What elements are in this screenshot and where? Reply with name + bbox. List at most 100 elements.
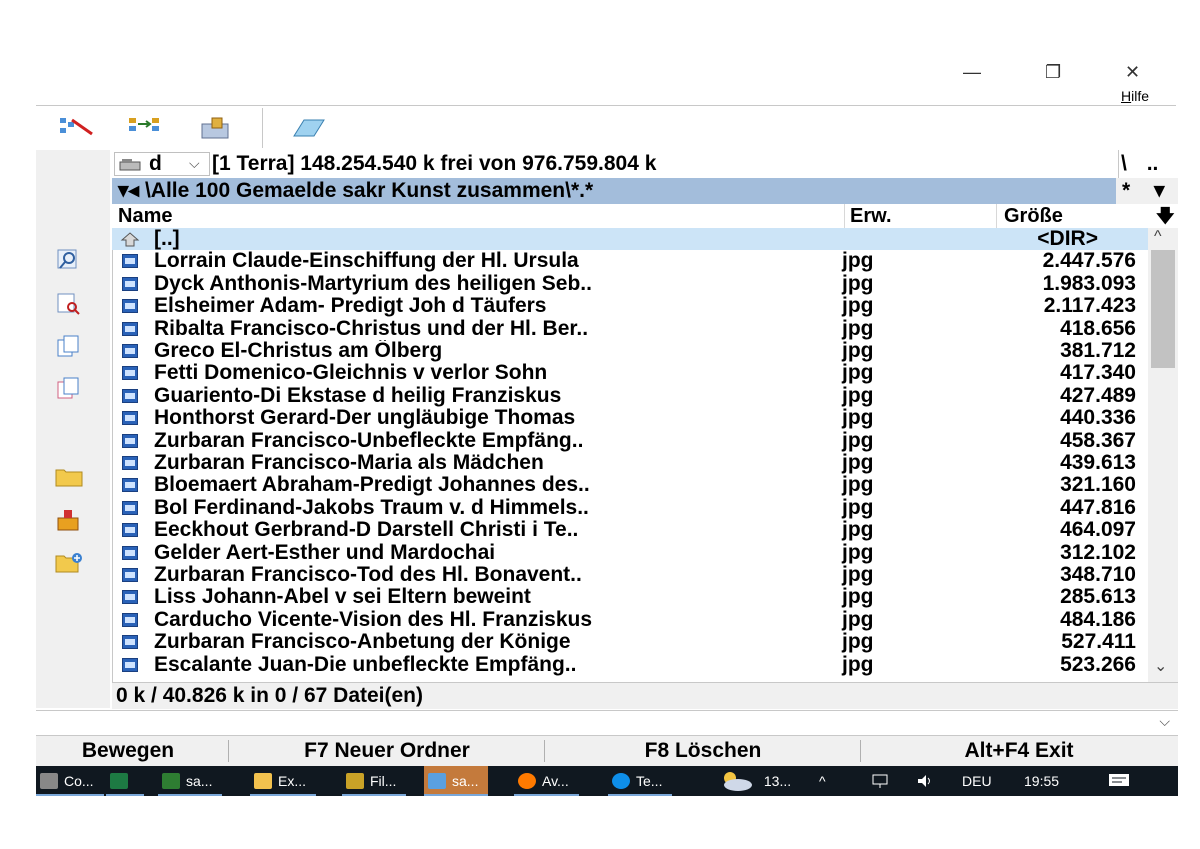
pack-files-icon[interactable] bbox=[198, 116, 229, 140]
column-size[interactable]: Größe bbox=[1004, 204, 1063, 228]
file-ext: jpg bbox=[842, 294, 874, 318]
file-name: Guariento-Di Ekstase d heilig Franziskus bbox=[154, 384, 562, 407]
taskbar-app[interactable]: Ex... bbox=[250, 766, 317, 796]
taskbar-app-label: Co... bbox=[64, 773, 94, 789]
file-row[interactable]: Escalante Juan-Die unbefleckte Empfäng..… bbox=[112, 653, 1148, 676]
file-name: Bloemaert Abraham-Predigt Johannes des.. bbox=[154, 474, 590, 497]
file-ext: jpg bbox=[842, 406, 874, 430]
copy-icon[interactable] bbox=[54, 334, 84, 360]
file-ext: jpg bbox=[842, 361, 874, 385]
file-ext: jpg bbox=[842, 518, 874, 542]
file-size: 321.160 bbox=[1060, 473, 1136, 497]
file-size: 1.983.093 bbox=[1042, 271, 1136, 295]
minimize-button[interactable]: — bbox=[963, 62, 981, 83]
file-row[interactable]: Ribalta Francisco-Christus und der Hl. B… bbox=[112, 317, 1148, 340]
chevron-down-icon[interactable]: ⌵ bbox=[1159, 713, 1170, 730]
new-folder-icon[interactable] bbox=[54, 550, 84, 576]
drive-info: [1 Terra] 148.254.540 k frei von 976.759… bbox=[212, 152, 657, 175]
view-file-icon[interactable] bbox=[54, 292, 84, 318]
taskbar-app[interactable]: sa... bbox=[158, 766, 223, 796]
taskbar-app[interactable]: Fil... bbox=[342, 766, 407, 796]
taskbar-app[interactable]: Te... bbox=[608, 766, 673, 796]
file-name: Liss Johann-Abel v sei Eltern beweint bbox=[154, 586, 531, 609]
compare-dirs-icon[interactable] bbox=[128, 116, 159, 140]
scroll-up-icon[interactable]: ^ bbox=[1154, 228, 1162, 246]
file-ext: jpg bbox=[842, 563, 874, 586]
move-button[interactable]: Bewegen bbox=[36, 736, 228, 766]
language-indicator[interactable]: DEU bbox=[962, 766, 992, 796]
file-row[interactable]: Greco El-Christus am Ölberg jpg 381.712 bbox=[112, 339, 1148, 362]
network-icon[interactable] bbox=[872, 766, 896, 796]
search-icon[interactable] bbox=[54, 248, 84, 274]
drive-letter: d bbox=[149, 152, 162, 175]
file-row[interactable]: Liss Johann-Abel v sei Eltern beweint jpg… bbox=[112, 585, 1148, 609]
file-row[interactable]: Carducho Vicente-Vision des Hl. Franzisk… bbox=[112, 607, 1148, 631]
column-name[interactable]: Name bbox=[118, 204, 172, 228]
file-row[interactable]: Eeckhout Gerbrand-D Darstell Christi i T… bbox=[112, 518, 1148, 542]
image-file-icon bbox=[122, 321, 138, 336]
column-ext[interactable]: Erw. bbox=[850, 204, 892, 228]
taskbar-app[interactable]: Co... bbox=[36, 766, 104, 796]
drive-dropdown[interactable]: d ⌵ bbox=[114, 152, 210, 176]
file-row[interactable]: Lorrain Claude-Einschiffung der Hl. Ursu… bbox=[112, 249, 1148, 273]
file-row[interactable]: Fetti Domenico-Gleichnis v verlor Sohn jp… bbox=[112, 361, 1148, 385]
menu-divider bbox=[36, 105, 1176, 106]
taskbar-app[interactable] bbox=[106, 766, 144, 796]
menu-help[interactable]: Hilfe bbox=[1121, 88, 1149, 104]
column-divider[interactable] bbox=[844, 204, 845, 228]
notepad-icon[interactable] bbox=[290, 116, 325, 140]
vertical-scrollbar[interactable]: ^ ⌄ bbox=[1148, 228, 1178, 682]
file-size: 2.447.576 bbox=[1042, 249, 1136, 273]
file-size: 348.710 bbox=[1060, 563, 1136, 586]
history-icon[interactable]: ▾◂ bbox=[118, 179, 139, 202]
file-row[interactable]: Zurbaran Francisco-Anbetung der Könige jp… bbox=[112, 630, 1148, 654]
image-file-icon bbox=[122, 657, 138, 672]
file-row[interactable]: Bol Ferdinand-Jakobs Traum v. d Himmels.… bbox=[112, 496, 1148, 519]
filter-button[interactable]: * bbox=[1122, 178, 1130, 204]
taskbar-app[interactable]: sa... bbox=[424, 766, 489, 796]
file-row[interactable]: Bloemaert Abraham-Predigt Johannes des..… bbox=[112, 473, 1148, 497]
scroll-down-icon[interactable]: ⌄ bbox=[1154, 656, 1167, 676]
file-row[interactable]: Dyck Anthonis-Martyrium des heiligen Seb… bbox=[112, 271, 1148, 295]
move-icon[interactable] bbox=[54, 376, 84, 402]
taskbar-app[interactable]: Av... bbox=[514, 766, 579, 796]
file-row[interactable]: Zurbaran Francisco-Maria als Mädchen jpg 4… bbox=[112, 451, 1148, 474]
delete-button[interactable]: F8 Löschen bbox=[548, 736, 858, 766]
file-row[interactable]: Elsheimer Adam- Predigt Joh d Täufers jpg… bbox=[112, 294, 1148, 318]
image-file-icon bbox=[122, 366, 138, 381]
file-row[interactable]: Gelder Aert-Esther und Mardochai jpg 312.1… bbox=[112, 540, 1148, 564]
notification-icon[interactable] bbox=[1108, 766, 1136, 796]
volume-icon[interactable] bbox=[916, 766, 940, 796]
taskbar-app-label: Ex... bbox=[278, 773, 307, 789]
file-name: Zurbaran Francisco-Anbetung der Könige bbox=[154, 631, 571, 654]
pack-icon[interactable] bbox=[54, 508, 84, 534]
file-ext: jpg bbox=[842, 540, 874, 564]
file-size: 484.186 bbox=[1060, 607, 1136, 631]
new-folder-button[interactable]: F7 Neuer Ordner bbox=[232, 736, 542, 766]
parent-dir-button[interactable]: .. bbox=[1147, 152, 1159, 175]
parent-dir-row[interactable]: [..] <DIR> bbox=[112, 228, 1148, 251]
weather-widget[interactable]: 13... bbox=[716, 766, 791, 796]
refresh-tree-icon[interactable] bbox=[58, 116, 93, 140]
close-button[interactable]: ✕ bbox=[1125, 62, 1140, 83]
column-divider[interactable] bbox=[996, 204, 997, 228]
selection-status: 0 k / 40.826 k in 0 / 67 Datei(en) bbox=[116, 684, 423, 707]
tray-overflow-icon[interactable]: ^ bbox=[819, 766, 826, 796]
folder-icon[interactable] bbox=[54, 464, 84, 490]
command-line[interactable]: ⌵ bbox=[36, 710, 1178, 736]
root-dir-button[interactable]: \ bbox=[1121, 152, 1127, 175]
file-list: [..] <DIR> Lorrain Claude-Einschiffung der… bbox=[112, 228, 1148, 682]
image-file-icon bbox=[122, 388, 138, 403]
exit-button[interactable]: Alt+F4 Exit bbox=[864, 736, 1174, 766]
scrollbar-thumb[interactable] bbox=[1151, 250, 1175, 368]
file-row[interactable]: Guariento-Di Ekstase d heilig Franziskus… bbox=[112, 384, 1148, 407]
hotlist-button[interactable]: ▾ bbox=[1154, 178, 1165, 204]
file-row[interactable]: Zurbaran Francisco-Unbefleckte Empfäng..… bbox=[112, 429, 1148, 452]
file-row[interactable]: Honthorst Gerard-Der ungläubige Thomas jp… bbox=[112, 406, 1148, 430]
restore-button[interactable]: ❐ bbox=[1045, 62, 1061, 83]
file-row[interactable]: Zurbaran Francisco-Tod des Hl. Bonavent.… bbox=[112, 563, 1148, 586]
fkey-separator bbox=[860, 740, 861, 762]
clock[interactable]: 19:55 bbox=[1024, 766, 1059, 796]
image-file-icon bbox=[122, 254, 138, 269]
file-name: Zurbaran Francisco-Maria als Mädchen bbox=[154, 452, 544, 474]
